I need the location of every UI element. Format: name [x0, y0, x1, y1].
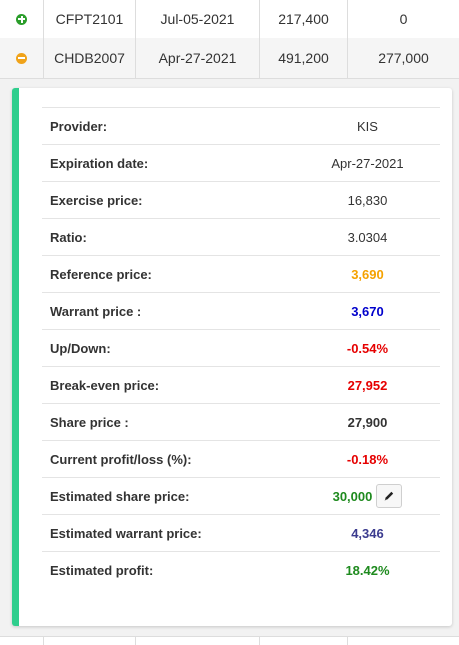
- value-2: 277,000: [378, 50, 429, 66]
- detail-label: Warrant price :: [50, 303, 142, 319]
- detail-row-warrant-price: Warrant price : 3,670: [42, 292, 440, 329]
- detail-row-exercise-price: Exercise price: 16,830: [42, 181, 440, 218]
- detail-value: -0.54%: [295, 341, 440, 356]
- detail-row-share-price: Share price : 27,900: [42, 403, 440, 440]
- detail-row-provider: Provider: KIS: [42, 107, 440, 144]
- detail-value: 3,670: [295, 304, 440, 319]
- value-2: 0: [399, 11, 408, 27]
- detail-row-expiration: Expiration date: Apr-27-2021: [42, 144, 440, 181]
- reference-price-value: 3,690: [351, 266, 384, 282]
- collapse-cell[interactable]: [0, 38, 44, 78]
- detail-value: 27,952: [295, 378, 440, 393]
- detail-value: 27,900: [295, 415, 440, 430]
- pencil-icon: [384, 491, 394, 501]
- detail-label: Up/Down:: [50, 340, 111, 356]
- detail-label: Exercise price:: [50, 192, 143, 208]
- detail-label: Estimated profit:: [50, 562, 154, 578]
- warrant-code: CHDB2007: [44, 38, 136, 78]
- detail-label: Current profit/loss (%):: [50, 451, 192, 467]
- detail-row-estimated-share-price: Estimated share price: 30,000: [42, 477, 440, 514]
- provider-value: KIS: [357, 118, 378, 134]
- estimated-share-price-value: 30,000: [332, 488, 373, 504]
- detail-label: Break-even price:: [50, 377, 160, 393]
- detail-label: Reference price:: [50, 266, 152, 282]
- estimated-warrant-price-value: 4,346: [351, 525, 384, 541]
- detail-value: 3,690: [295, 267, 440, 282]
- warrant-code: CFPT2101: [44, 0, 136, 38]
- detail-row-reference-price: Reference price: 3,690: [42, 255, 440, 292]
- detail-label: Estimated share price:: [50, 488, 190, 504]
- value-1: 491,200: [260, 38, 348, 78]
- value-1: 217,400: [260, 0, 348, 38]
- detail-value: -0.18%: [295, 452, 440, 467]
- detail-row-ratio: Ratio: 3.0304: [42, 218, 440, 255]
- up-down-value: -0.54%: [346, 340, 389, 356]
- detail-list: Provider: KIS Expiration date: Apr-27-20…: [42, 107, 440, 588]
- detail-container: Provider: KIS Expiration date: Apr-27-20…: [0, 79, 459, 636]
- expiration-value: Apr-27-2021: [331, 155, 404, 171]
- detail-value: 4,346: [295, 526, 440, 541]
- plus-circle-icon[interactable]: [16, 13, 27, 25]
- detail-label: Share price :: [50, 414, 129, 430]
- detail-value: Apr-27-2021: [295, 156, 440, 171]
- expand-cell[interactable]: [0, 0, 44, 38]
- detail-label: Provider:: [50, 118, 108, 134]
- detail-value: 16,830: [295, 193, 440, 208]
- detail-row-up-down: Up/Down: -0.54%: [42, 329, 440, 366]
- table-row: CFPT2101 Jul-05-2021 217,400 0: [0, 0, 459, 39]
- detail-row-break-even: Break-even price: 27,952: [42, 366, 440, 403]
- warrant-price-value: 3,670: [351, 303, 384, 319]
- edit-estimated-price-button[interactable]: [376, 484, 403, 508]
- estimated-profit-value: 18.42%: [345, 562, 390, 578]
- expiration-date: Jul-05-2021: [136, 0, 260, 38]
- detail-row-current-profit: Current profit/loss (%): -0.18%: [42, 440, 440, 477]
- detail-value: 18.42%: [295, 563, 440, 578]
- exercise-price-value: 16,830: [347, 192, 388, 208]
- detail-value: 3.0304: [295, 230, 440, 245]
- break-even-value: 27,952: [347, 377, 388, 393]
- detail-row-estimated-warrant-price: Estimated warrant price: 4,346: [42, 514, 440, 551]
- detail-value: 30,000: [295, 484, 440, 508]
- minus-circle-icon[interactable]: [16, 52, 27, 64]
- share-price-value: 27,900: [347, 414, 388, 430]
- expiration-date: Apr-27-2021: [136, 38, 260, 78]
- current-profit-value: -0.18%: [346, 451, 389, 467]
- detail-label: Expiration date:: [50, 155, 149, 171]
- table-row: CHDB2007 Apr-27-2021 491,200 277,000: [0, 38, 459, 79]
- detail-row-estimated-profit: Estimated profit: 18.42%: [42, 551, 440, 588]
- detail-value: KIS: [295, 119, 440, 134]
- detail-label: Ratio:: [50, 229, 87, 245]
- ratio-value: 3.0304: [347, 229, 388, 245]
- detail-label: Estimated warrant price:: [50, 525, 202, 541]
- warrant-detail-panel: Provider: KIS Expiration date: Apr-27-20…: [12, 88, 452, 626]
